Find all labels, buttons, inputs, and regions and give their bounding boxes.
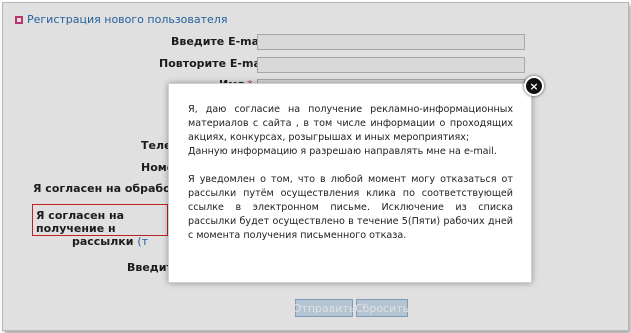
modal-paragraph-1-line2: Данную информацию я разрешаю направлять …	[188, 146, 497, 157]
close-icon[interactable]: ×	[524, 76, 544, 96]
page-frame: Регистрация нового пользователя Введите …	[2, 2, 629, 331]
modal-paragraph-1: Я, даю согласие на получение рекламно-ин…	[188, 103, 513, 159]
modal-paragraph-2: Я уведомлен о том, что в любой момент мо…	[188, 174, 513, 241]
consent-modal: Я, даю согласие на получение рекламно-ин…	[168, 83, 532, 283]
modal-paragraph-1-text: Я, даю согласие на получение рекламно-ин…	[188, 104, 513, 143]
